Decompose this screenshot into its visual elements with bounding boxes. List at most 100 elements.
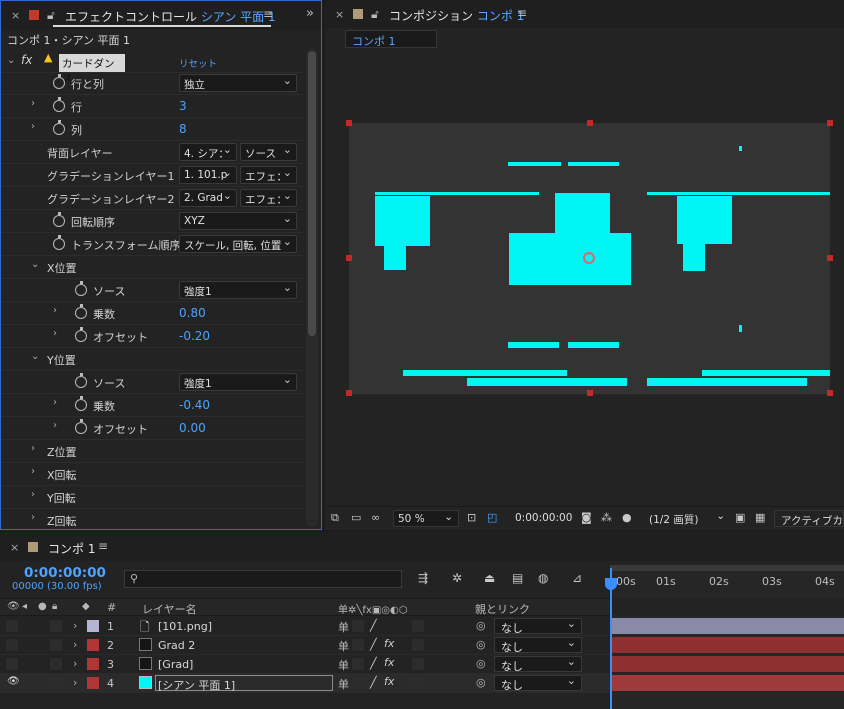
close-tab-icon[interactable]: ×	[10, 541, 19, 554]
pickwhip-icon[interactable]: ◎	[476, 638, 486, 651]
pickwhip-icon[interactable]: ◎	[476, 619, 486, 632]
zoom-dropdown[interactable]: 50 % ⌄	[393, 510, 459, 527]
transform-handle[interactable]	[346, 120, 352, 126]
transform-handle[interactable]	[827, 120, 833, 126]
motion-blur-switch[interactable]	[412, 658, 424, 670]
panel-menu-icon[interactable]: ≡	[517, 6, 527, 20]
layer-duration-bar[interactable]	[612, 656, 844, 672]
label-color[interactable]	[87, 658, 99, 670]
parent-dropdown[interactable]: なし	[494, 674, 582, 692]
rotation-order-dropdown[interactable]: XYZ	[179, 212, 297, 230]
stopwatch-icon[interactable]	[75, 419, 87, 434]
layer-duration-bar[interactable]	[612, 637, 844, 653]
expand-panels-icon[interactable]: »	[306, 6, 314, 21]
fx-icon[interactable]: fx	[21, 53, 32, 67]
region-of-interest-icon[interactable]: ◰	[487, 511, 497, 524]
stopwatch-icon[interactable]	[75, 396, 87, 411]
stopwatch-icon[interactable]	[75, 281, 87, 296]
visibility-toggle[interactable]	[6, 639, 18, 651]
effect-panel-scrollbar[interactable]	[306, 49, 318, 527]
chevron-right-icon[interactable]: ›	[31, 466, 35, 477]
layer-row[interactable]: › 2 Grad 2 单 ╱ fx ◎ なし	[0, 636, 610, 655]
camera-dropdown[interactable]: アクティブカ	[774, 510, 844, 527]
transform-handle[interactable]	[587, 120, 593, 126]
x-multiplier-value[interactable]: 0.80	[179, 306, 206, 320]
lock-icon[interactable]: 🔓︎	[371, 7, 379, 22]
transform-handle[interactable]	[346, 390, 352, 396]
panel-menu-icon[interactable]: ≡	[263, 7, 273, 21]
composition-canvas[interactable]	[349, 123, 830, 394]
resolution-dropdown[interactable]: (1/2 画質) ⌄	[643, 510, 729, 527]
motion-blur-icon[interactable]: ◍	[538, 571, 548, 585]
camera-snapshot-icon[interactable]: ◙	[581, 511, 592, 524]
close-tab-icon[interactable]: ×	[335, 8, 344, 21]
group-x-position[interactable]: ⌄ X位置	[1, 256, 303, 279]
shy-switch[interactable]: 单	[338, 638, 349, 654]
chevron-right-icon[interactable]: ›	[73, 676, 77, 689]
eye-icon[interactable]: 👁︎	[7, 676, 20, 687]
audio-icon[interactable]: ◂	[22, 601, 27, 612]
layer-duration-bar[interactable]	[612, 675, 844, 691]
chevron-down-icon[interactable]: ⌄	[7, 55, 15, 66]
composition-mini-flowchart-icon[interactable]: ⇶	[418, 571, 428, 585]
stopwatch-icon[interactable]	[75, 304, 87, 319]
effect-header-row[interactable]: ⌄ fx ▲ カードダンス リセット	[1, 51, 303, 85]
transform-order-dropdown[interactable]: スケール, 回転, 位置	[179, 235, 297, 253]
quality-switch[interactable]: ╱	[370, 657, 377, 670]
stopwatch-icon[interactable]	[53, 74, 65, 89]
chevron-right-icon[interactable]: ›	[31, 489, 35, 500]
motion-blur-switch[interactable]	[412, 677, 424, 689]
layer-search-input[interactable]: ⚲	[124, 570, 402, 588]
lock-toggle[interactable]	[50, 620, 62, 632]
chevron-right-icon[interactable]: ›	[53, 397, 57, 408]
stopwatch-icon[interactable]	[53, 120, 65, 135]
quality-switch[interactable]: ╱	[370, 676, 377, 689]
visibility-toggle[interactable]	[6, 658, 18, 670]
rows-columns-dropdown[interactable]: 独立	[179, 74, 297, 92]
collapse-switch[interactable]	[352, 639, 364, 651]
motion-blur-switch[interactable]	[412, 639, 424, 651]
stopwatch-icon[interactable]	[53, 97, 65, 112]
layer-name[interactable]: Grad 2	[158, 639, 195, 652]
visibility-toggle[interactable]	[6, 620, 18, 632]
stopwatch-icon[interactable]	[53, 212, 65, 227]
panel-menu-icon[interactable]: ≡	[98, 539, 108, 553]
grad-layer2-source-dropdown[interactable]: エフェ：	[240, 189, 297, 207]
grad-layer2-dropdown[interactable]: 2. Grad	[179, 189, 237, 207]
chevron-right-icon[interactable]: ›	[53, 420, 57, 431]
grad-layer1-source-dropdown[interactable]: エフェ：	[240, 166, 297, 184]
comp-breadcrumb-tab[interactable]: コンポ 1	[345, 30, 437, 48]
chevron-down-icon[interactable]: ⌄	[31, 259, 39, 270]
fx-icon[interactable]: fx	[384, 675, 394, 688]
transform-handle[interactable]	[827, 255, 833, 261]
shy-switch[interactable]: 单	[338, 676, 349, 692]
stopwatch-icon[interactable]	[75, 373, 87, 388]
group-z-position[interactable]: › Z位置	[1, 440, 303, 463]
transform-handle[interactable]	[587, 390, 593, 396]
label-tag-icon[interactable]: ◆	[82, 601, 90, 612]
x-offset-value[interactable]: -0.20	[179, 329, 210, 343]
layer-name-column-header[interactable]: レイヤー名	[142, 601, 197, 617]
lock-column-icon[interactable]: 🔒︎	[52, 601, 57, 612]
layer-row-selected[interactable]: 👁︎ › 4 [シアン 平面 1] 单 ╱ fx ◎ なし	[0, 674, 610, 693]
lock-toggle[interactable]	[50, 658, 62, 670]
parent-dropdown[interactable]: なし	[494, 617, 582, 635]
chevron-down-icon[interactable]: ⌄	[31, 351, 39, 362]
chevron-right-icon[interactable]: ›	[53, 305, 57, 316]
shy-layers-icon[interactable]: ⏏	[484, 571, 495, 585]
layer-row[interactable]: › 3 [Grad] 单 ╱ fx ◎ なし	[0, 655, 610, 674]
chevron-right-icon[interactable]: ›	[31, 98, 35, 109]
label-color[interactable]	[87, 620, 99, 632]
transparency-grid-icon[interactable]: ▦	[755, 511, 765, 524]
chevron-right-icon[interactable]: ›	[31, 121, 35, 132]
label-color[interactable]	[87, 677, 99, 689]
parent-dropdown[interactable]: なし	[494, 655, 582, 673]
pickwhip-icon[interactable]: ◎	[476, 657, 486, 670]
fit-frame-icon[interactable]: ⊡	[467, 511, 476, 524]
parent-dropdown[interactable]: なし	[494, 636, 582, 654]
chevron-right-icon[interactable]: ›	[73, 657, 77, 670]
group-z-rotation[interactable]: › Z回転	[1, 509, 303, 532]
current-time-display[interactable]: 0:00:00:00	[509, 510, 581, 527]
quality-switch[interactable]: ╱	[370, 638, 377, 651]
collapse-switch[interactable]	[352, 658, 364, 670]
